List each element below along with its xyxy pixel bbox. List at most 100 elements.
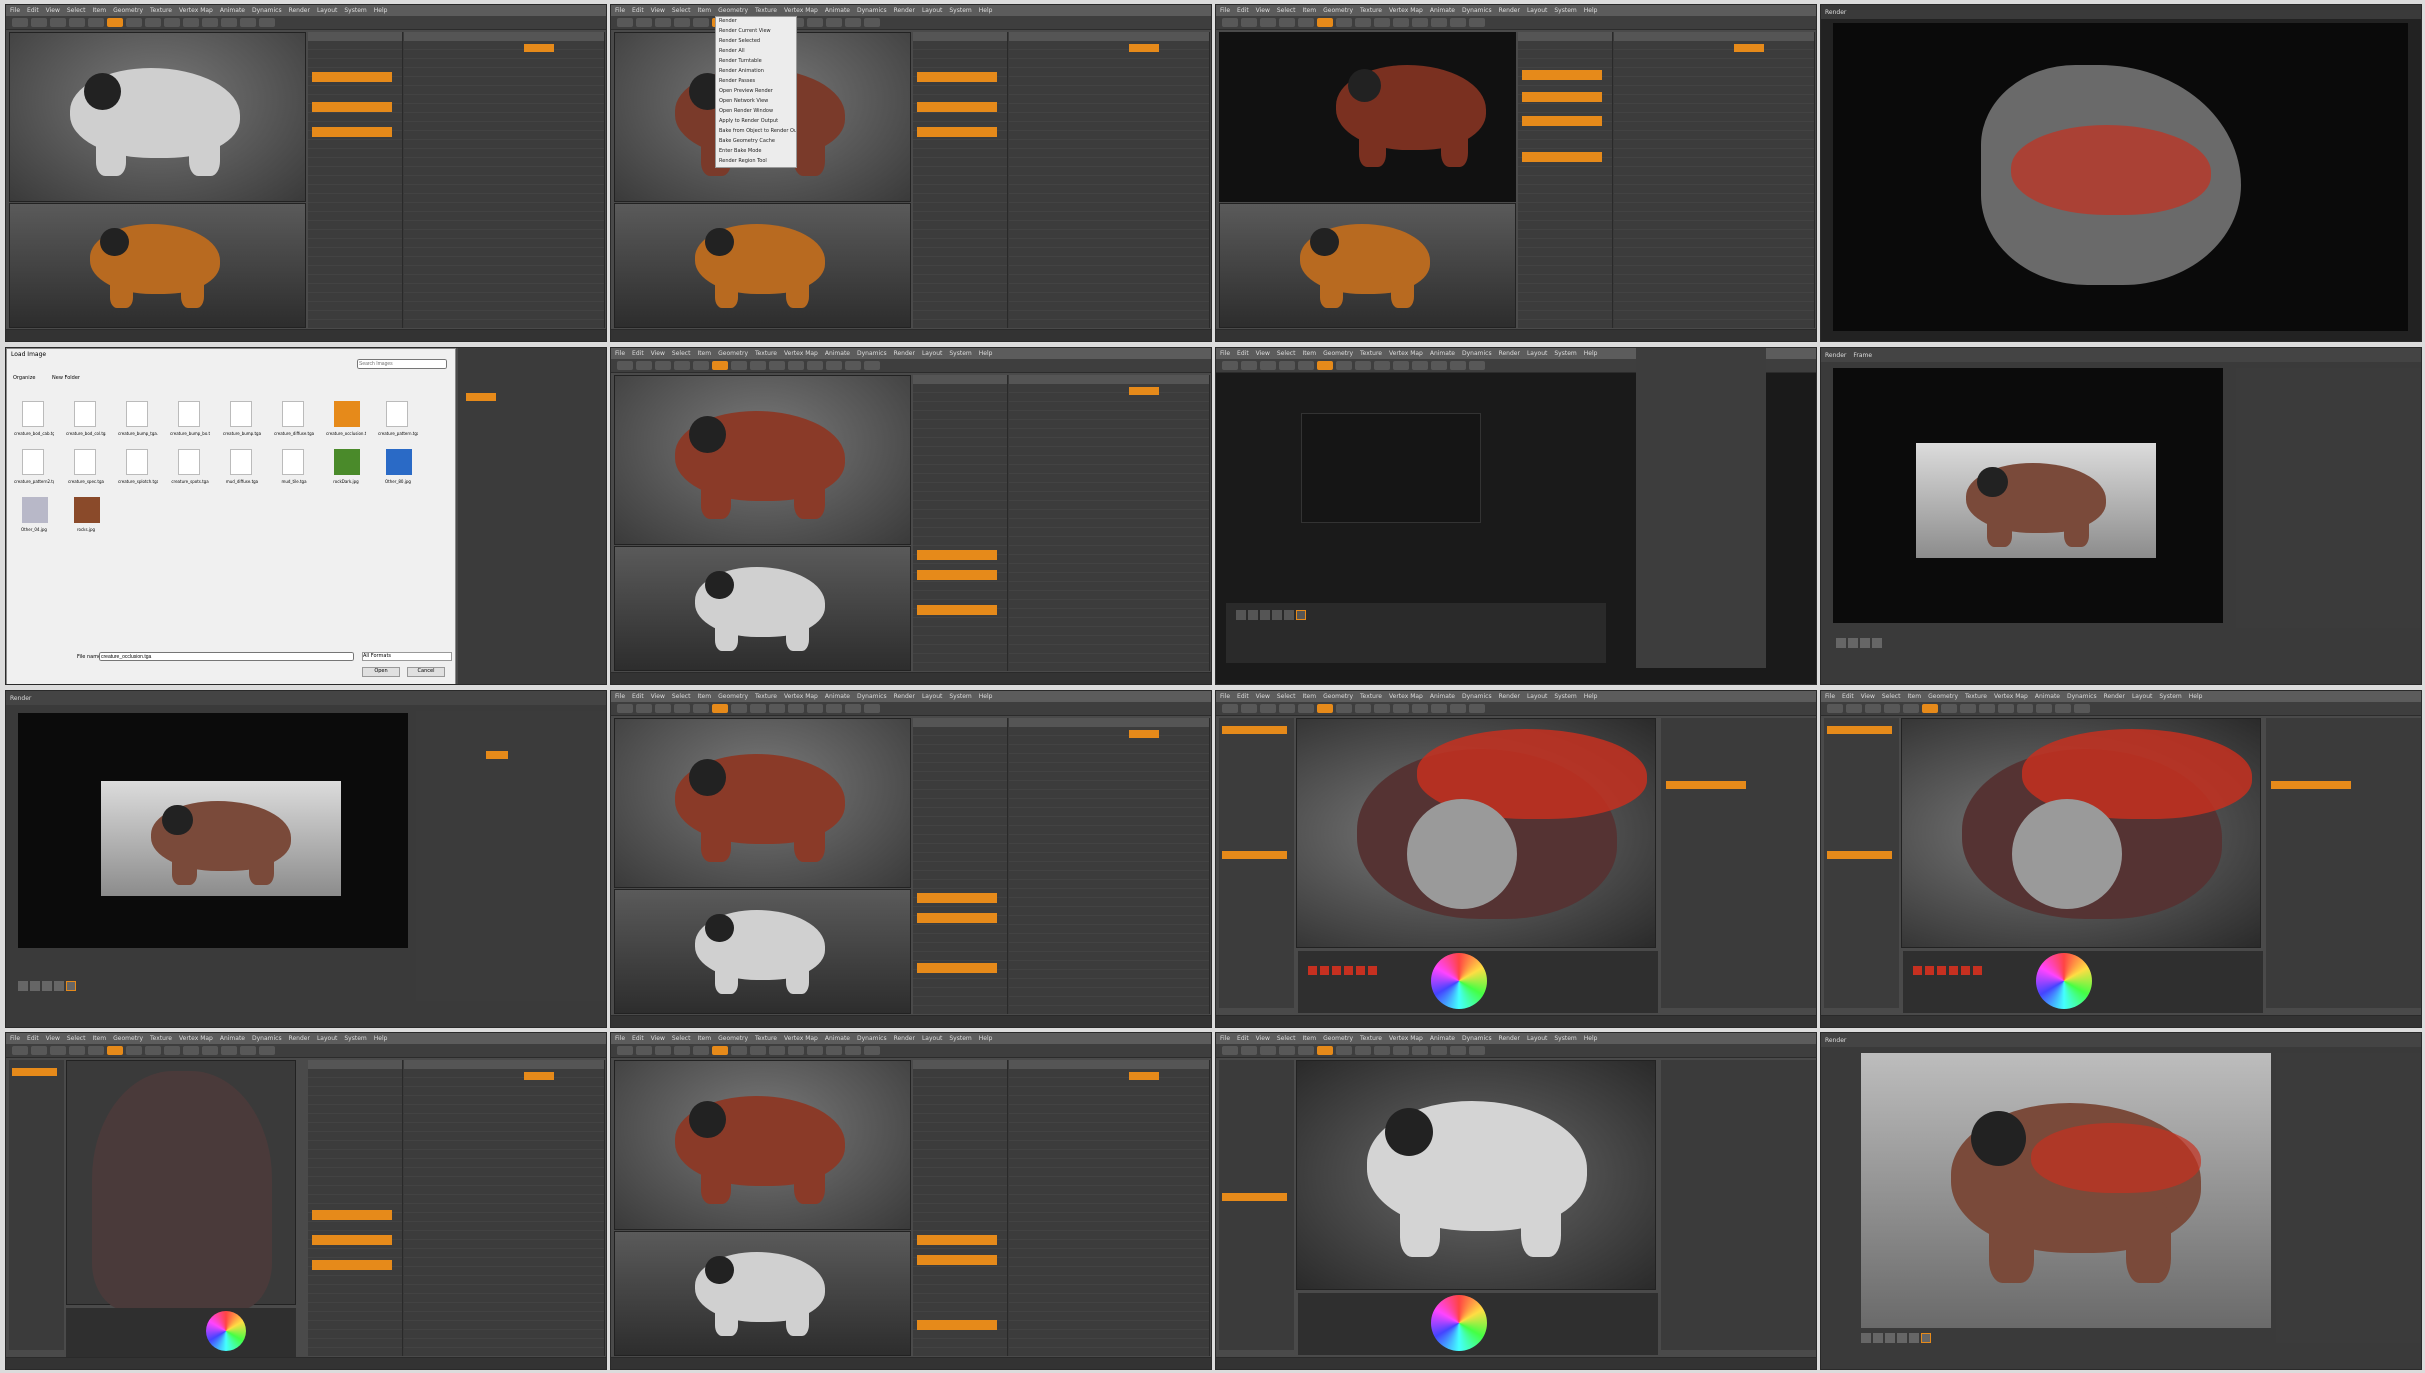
- open-button[interactable]: Open: [362, 667, 400, 677]
- menu-item[interactable]: View: [1256, 693, 1270, 700]
- render-menu-item[interactable]: Apply to Render Output: [716, 117, 796, 127]
- menu-item[interactable]: Dynamics: [1462, 7, 1492, 14]
- toolbar-button[interactable]: [69, 18, 85, 27]
- menu-item[interactable]: Dynamics: [857, 1035, 887, 1042]
- selected-layer[interactable]: [917, 605, 997, 615]
- menu-item[interactable]: Layout: [317, 1035, 337, 1042]
- menu-item[interactable]: Vertex Map: [179, 1035, 213, 1042]
- menu-item[interactable]: Layout: [317, 7, 337, 14]
- toolbar-button[interactable]: [731, 361, 747, 370]
- menu-item[interactable]: View: [651, 7, 665, 14]
- file-icon[interactable]: [126, 449, 148, 475]
- menu-item[interactable]: Render: [894, 350, 915, 357]
- selected-layer[interactable]: [312, 72, 392, 82]
- toolbar-button[interactable]: [88, 1046, 104, 1055]
- toolbar-button[interactable]: [12, 1046, 28, 1055]
- viewport-3d[interactable]: [66, 1060, 296, 1311]
- menu-item[interactable]: Texture: [1360, 350, 1382, 357]
- menu-item[interactable]: Render: [2104, 693, 2125, 700]
- menu-item[interactable]: Edit: [632, 1035, 644, 1042]
- smooth-brush-tool[interactable]: [1827, 851, 1892, 859]
- menu-item[interactable]: Help: [2189, 693, 2203, 700]
- toolbar-button[interactable]: [636, 361, 652, 370]
- menu-item[interactable]: Geometry: [718, 1035, 748, 1042]
- toolbar-button[interactable]: [1355, 18, 1371, 27]
- toolbar-button[interactable]: [1336, 18, 1352, 27]
- menu-item[interactable]: Help: [374, 7, 388, 14]
- menu-item[interactable]: Item: [92, 7, 106, 14]
- color-swatch[interactable]: [1961, 966, 1970, 975]
- menu-item[interactable]: Geometry: [718, 7, 748, 14]
- render-thumbnail[interactable]: [1296, 610, 1306, 620]
- toolbar-button[interactable]: [1922, 704, 1938, 713]
- menu-item[interactable]: System: [949, 7, 971, 14]
- add-layer-button[interactable]: [524, 44, 554, 52]
- menu-item[interactable]: File: [1825, 693, 1835, 700]
- toolbar-button[interactable]: [1374, 361, 1390, 370]
- toolbar-button[interactable]: [655, 1046, 671, 1055]
- render-thumbnail[interactable]: [1861, 1333, 1871, 1343]
- viewport-3d[interactable]: [9, 32, 306, 202]
- menu-item[interactable]: Dynamics: [1462, 693, 1492, 700]
- render-menu-item[interactable]: Bake from Object to Render Outputs: [716, 127, 796, 137]
- menu-item[interactable]: Select: [67, 7, 86, 14]
- color-swatch[interactable]: [1368, 966, 1377, 975]
- menu-item[interactable]: Edit: [1842, 693, 1854, 700]
- add-layer-button[interactable]: [524, 1072, 554, 1080]
- toolbar-button[interactable]: [1374, 18, 1390, 27]
- menu-item[interactable]: Select: [672, 7, 691, 14]
- render-menu-item[interactable]: Render Current View: [716, 27, 796, 37]
- toolbar-button[interactable]: [1298, 18, 1314, 27]
- file-icon[interactable]: [22, 449, 44, 475]
- toolbar-button[interactable]: [788, 704, 804, 713]
- toolbar-button[interactable]: [164, 18, 180, 27]
- image-thumbnail[interactable]: [334, 401, 360, 427]
- menu-item[interactable]: Layout: [922, 693, 942, 700]
- toolbar-button[interactable]: [1260, 361, 1276, 370]
- toolbar-button[interactable]: [693, 361, 709, 370]
- toolbar-button[interactable]: [864, 1046, 880, 1055]
- menu-item[interactable]: View: [1256, 350, 1270, 357]
- render-thumbnail[interactable]: [1848, 638, 1858, 648]
- add-layer-button[interactable]: [1129, 44, 1159, 52]
- item-list[interactable]: [913, 718, 1008, 1014]
- menu-item[interactable]: Texture: [1360, 7, 1382, 14]
- viewport-uv[interactable]: [614, 203, 911, 328]
- toolbar-button[interactable]: [1298, 361, 1314, 370]
- toolbar-button[interactable]: [826, 361, 842, 370]
- color-swatch[interactable]: [1949, 966, 1958, 975]
- menu-item[interactable]: Select: [1277, 7, 1296, 14]
- toolbar-button[interactable]: [1827, 704, 1843, 713]
- viewport-3d[interactable]: [614, 375, 911, 545]
- toolbar-button[interactable]: [712, 704, 728, 713]
- toolbar-button[interactable]: [1469, 361, 1485, 370]
- toolbar-button[interactable]: [1260, 1046, 1276, 1055]
- toolbar-button[interactable]: [750, 1046, 766, 1055]
- file-icon[interactable]: [74, 401, 96, 427]
- toolbar-button[interactable]: [183, 18, 199, 27]
- toolbar-button[interactable]: [1374, 1046, 1390, 1055]
- menu-item[interactable]: Dynamics: [857, 350, 887, 357]
- file-icon[interactable]: [282, 449, 304, 475]
- menu-item[interactable]: Item: [697, 350, 711, 357]
- toolbar-button[interactable]: [1865, 704, 1881, 713]
- selected-layer[interactable]: [1522, 70, 1602, 80]
- item-list[interactable]: [913, 375, 1008, 671]
- toolbar-button[interactable]: [617, 361, 633, 370]
- selected-layer[interactable]: [2271, 781, 2351, 789]
- toolbar-button[interactable]: [1279, 18, 1295, 27]
- toolbar-button[interactable]: [2017, 704, 2033, 713]
- menu-item[interactable]: Item: [697, 7, 711, 14]
- menu-item[interactable]: Vertex Map: [784, 1035, 818, 1042]
- menu-item[interactable]: Dynamics: [1462, 350, 1492, 357]
- render-thumbnail[interactable]: [18, 981, 28, 991]
- menu-item[interactable]: Edit: [1237, 7, 1249, 14]
- menu-item[interactable]: Texture: [1965, 693, 1987, 700]
- toolbar-button[interactable]: [1431, 704, 1447, 713]
- menu-item[interactable]: System: [949, 1035, 971, 1042]
- menu-item[interactable]: File: [10, 7, 20, 14]
- paint-tools-panel[interactable]: [9, 1060, 64, 1350]
- toolbar-button[interactable]: [1903, 704, 1919, 713]
- toolbar-button[interactable]: [1336, 704, 1352, 713]
- toolbar-button[interactable]: [1317, 18, 1333, 27]
